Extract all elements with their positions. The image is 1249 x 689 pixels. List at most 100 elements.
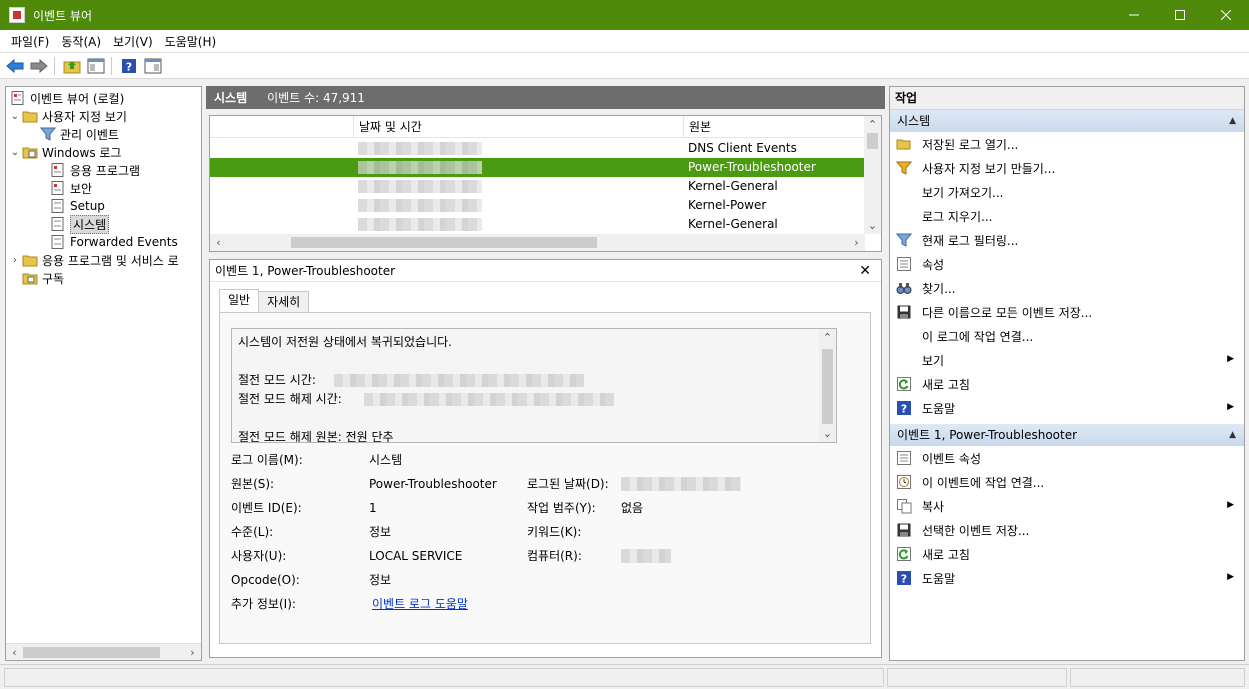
blank-icon (896, 328, 912, 344)
copy-icon (896, 498, 912, 514)
prop-row: 원본(S): Power-Troubleshooter 로그된 날짜(D): (231, 475, 851, 499)
action-help[interactable]: ? 도움말 ▶ (890, 396, 1244, 420)
forward-button[interactable] (28, 55, 50, 77)
back-button[interactable] (4, 55, 26, 77)
scroll-up-icon[interactable]: ⌃ (864, 116, 881, 133)
action-pane-icon (144, 58, 162, 73)
action-attach-task-to-log[interactable]: 이 로그에 작업 연결... (890, 324, 1244, 348)
collapse-icon[interactable]: ▲ (1229, 110, 1236, 132)
tree-horizontal-scrollbar[interactable]: ‹ › (6, 643, 201, 660)
event-message[interactable]: 시스템이 저전원 상태에서 복귀되었습니다. 절전 모드 시간: 절전 모드 해… (231, 328, 837, 443)
tree-item-admin-events[interactable]: 관리 이벤트 (6, 125, 201, 143)
blank-icon (896, 208, 912, 224)
event-row[interactable]: Kernel-Power (210, 196, 865, 215)
tree-label: 보안 (70, 181, 93, 196)
close-button[interactable] (1203, 0, 1249, 30)
event-row[interactable]: Kernel-General (210, 215, 865, 234)
scroll-right-icon[interactable]: › (848, 234, 865, 251)
action-refresh-event[interactable]: 새로 고침 (890, 542, 1244, 566)
actions-section-event[interactable]: 이벤트 1, Power-Troubleshooter ▲ (890, 424, 1244, 446)
menu-view[interactable]: 보기(V) (107, 33, 159, 50)
help-button[interactable]: ? (118, 55, 140, 77)
action-label: 선택한 이벤트 저장... (922, 523, 1030, 538)
close-detail-icon[interactable]: ✕ (859, 263, 871, 279)
menu-action[interactable]: 동작(A) (55, 33, 107, 50)
actions-section-system[interactable]: 시스템 ▲ (890, 110, 1244, 132)
menu-file[interactable]: 파일(F) (5, 33, 55, 50)
tree-item-forwarded-events[interactable]: Forwarded Events (6, 233, 201, 251)
action-attach-task-to-event[interactable]: 이 이벤트에 작업 연결... (890, 470, 1244, 494)
event-detail-panel: 이벤트 1, Power-Troubleshooter ✕ 일반 자세히 시스템… (209, 259, 882, 658)
event-row-selected[interactable]: Power-Troubleshooter (210, 158, 865, 177)
action-help-event[interactable]: ? 도움말 ▶ (890, 566, 1244, 590)
column-level[interactable] (210, 116, 353, 138)
column-source[interactable]: 원본 (683, 116, 865, 138)
status-segment (1070, 668, 1245, 687)
action-save-all-events-as[interactable]: 다른 이름으로 모든 이벤트 저장... (890, 300, 1244, 324)
action-save-selected-events[interactable]: 선택한 이벤트 저장... (890, 518, 1244, 542)
more-info-label: 추가 정보(I): (231, 597, 296, 611)
tree-item-security[interactable]: 보안 (6, 179, 201, 197)
column-date[interactable]: 날짜 및 시간 (353, 116, 683, 138)
minimize-button[interactable] (1111, 0, 1157, 30)
menu-help[interactable]: 도움말(H) (159, 33, 223, 50)
show-action-pane-button[interactable] (142, 55, 164, 77)
action-filter-current-log[interactable]: 현재 로그 필터링... (890, 228, 1244, 252)
submenu-arrow-icon: ▶ (1227, 500, 1234, 510)
tree-item-application[interactable]: 응용 프로그램 (6, 161, 201, 179)
action-create-custom-view[interactable]: 사용자 지정 보기 만들기... (890, 156, 1244, 180)
action-copy[interactable]: 복사 ▶ (890, 494, 1244, 518)
prop-row: 로그 이름(M): 시스템 (231, 451, 851, 475)
tab-details[interactable]: 자세히 (258, 291, 310, 312)
action-find[interactable]: 찾기... (890, 276, 1244, 300)
scroll-left-icon[interactable]: ‹ (6, 644, 23, 661)
scroll-up-icon[interactable]: ⌃ (819, 329, 836, 346)
show-hide-tree-button[interactable] (85, 55, 107, 77)
scroll-thumb[interactable] (822, 349, 833, 424)
tree-item-root[interactable]: 이벤트 뷰어 (로컬) (6, 89, 201, 107)
scroll-left-icon[interactable]: ‹ (210, 234, 227, 251)
tree-label: 구독 (42, 271, 65, 286)
maximize-button[interactable] (1157, 0, 1203, 30)
tree-item-windows-logs[interactable]: ⌄ Windows 로그 (6, 143, 201, 161)
chevron-right-icon[interactable]: › (8, 255, 22, 266)
computer-label: 컴퓨터(R): (527, 549, 582, 563)
tree-item-custom-views[interactable]: ⌄ 사용자 지정 보기 (6, 107, 201, 125)
blank-icon (896, 184, 912, 200)
scroll-thumb[interactable] (867, 133, 878, 149)
scroll-right-icon[interactable]: › (184, 644, 201, 661)
message-blank (238, 409, 830, 428)
toolbar: ? (0, 53, 1249, 79)
action-import-view[interactable]: 보기 가져오기... (890, 180, 1244, 204)
source-label: 원본(S): (231, 477, 275, 491)
message-scrollbar[interactable]: ⌃ ⌄ (819, 329, 836, 442)
action-refresh[interactable]: 새로 고침 (890, 372, 1244, 396)
scroll-down-icon[interactable]: ⌄ (864, 217, 881, 234)
chevron-down-icon[interactable]: ⌄ (8, 147, 22, 158)
collapse-icon[interactable]: ▲ (1229, 424, 1236, 446)
tree-item-subscriptions[interactable]: 구독 (6, 269, 201, 287)
action-event-properties[interactable]: 이벤트 속성 (890, 446, 1244, 470)
scroll-thumb[interactable] (291, 237, 597, 248)
event-row[interactable]: Kernel-General (210, 177, 865, 196)
chevron-down-icon[interactable]: ⌄ (8, 111, 22, 122)
event-id-value: 1 (369, 501, 377, 515)
tab-general[interactable]: 일반 (219, 289, 260, 312)
event-log-help-link[interactable]: 이벤트 로그 도움말 (372, 595, 468, 613)
tree-item-apps-services[interactable]: › 응용 프로그램 및 서비스 로 (6, 251, 201, 269)
action-view[interactable]: 보기 ▶ (890, 348, 1244, 372)
scroll-down-icon[interactable]: ⌄ (819, 425, 836, 442)
up-folder-button[interactable] (61, 55, 83, 77)
action-open-saved-log[interactable]: 저장된 로그 열기... (890, 132, 1244, 156)
tree-item-system[interactable]: 시스템 (6, 214, 201, 234)
events-horizontal-scrollbar[interactable]: ‹ › (210, 234, 865, 251)
opcode-label: Opcode(O): (231, 573, 300, 587)
scroll-thumb[interactable] (23, 647, 160, 658)
tree-label: Windows 로그 (42, 145, 122, 160)
folder-logs-icon (22, 147, 38, 159)
event-row[interactable]: DNS Client Events (210, 139, 865, 158)
action-properties[interactable]: 속성 (890, 252, 1244, 276)
action-clear-log[interactable]: 로그 지우기... (890, 204, 1244, 228)
tree-item-setup[interactable]: Setup (6, 197, 201, 215)
events-vertical-scrollbar[interactable]: ⌃ ⌄ (864, 116, 881, 234)
